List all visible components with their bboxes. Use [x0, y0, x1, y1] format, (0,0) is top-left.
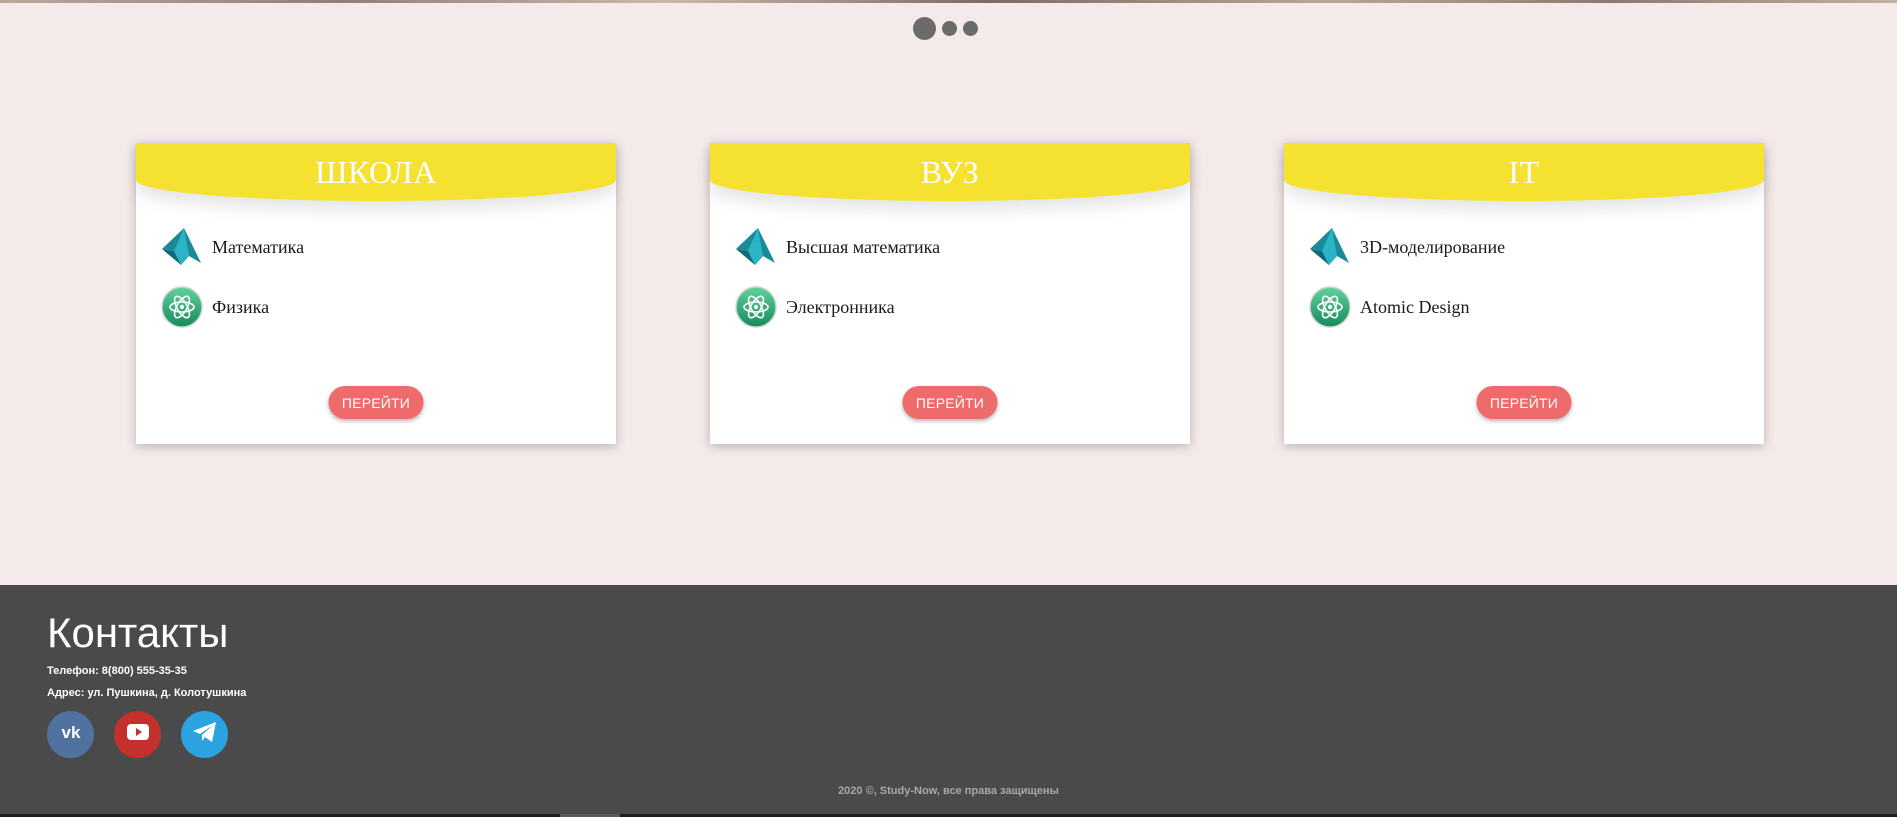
card-it: IT 3D-моделирование Atomic Design ПЕРЕЙТ… — [1284, 143, 1764, 444]
matlab-icon — [734, 225, 778, 269]
contacts-title: Контакты — [47, 609, 229, 656]
subject-item[interactable]: 3D-моделирование — [1308, 225, 1505, 269]
card-title: IT — [1508, 153, 1540, 190]
subject-label: Atomic Design — [1360, 296, 1470, 317]
subject-item[interactable]: Atomic Design — [1308, 285, 1505, 329]
vk-icon: vk — [56, 723, 86, 746]
subject-item[interactable]: Физика — [160, 285, 304, 329]
telegram-icon — [192, 721, 218, 748]
subject-item[interactable]: Электронника — [734, 285, 940, 329]
subject-item[interactable]: Высшая математика — [734, 225, 940, 269]
svg-text:vk: vk — [61, 723, 80, 741]
atom-icon — [1308, 285, 1352, 329]
subject-list: Высшая математика Электронника — [734, 225, 940, 345]
youtube-link[interactable] — [114, 711, 161, 758]
subject-label: Математика — [212, 236, 305, 257]
card-school: ШКОЛА Математика Физика ПЕРЕЙТИ — [136, 143, 616, 444]
subject-item[interactable]: Математика — [160, 225, 304, 269]
youtube-icon — [126, 724, 149, 745]
footer: Контакты Телефон: 8(800) 555-35-35 Адрес… — [0, 585, 1897, 817]
phone-text: Телефон: 8(800) 555-35-35 — [47, 665, 187, 677]
card-university: ВУЗ Высшая математика Электронника ПЕРЕЙ… — [710, 143, 1190, 444]
slider-dot-1[interactable] — [913, 17, 936, 40]
subject-label: Высшая математика — [786, 236, 941, 257]
address-text: Адрес: ул. Пушкина, д. Колотушкина — [47, 687, 247, 699]
go-button[interactable]: ПЕРЕЙТИ — [328, 386, 424, 419]
card-header: ШКОЛА — [136, 143, 616, 201]
telegram-link[interactable] — [181, 711, 228, 758]
atom-icon — [160, 285, 204, 329]
card-header: ВУЗ — [710, 143, 1190, 201]
matlab-icon — [160, 225, 204, 269]
subject-list: Математика Физика — [160, 225, 304, 345]
course-cards: ШКОЛА Математика Физика ПЕРЕЙТИ ВУЗ Высш… — [136, 143, 1764, 444]
subject-label: 3D-моделирование — [1360, 236, 1506, 257]
atom-icon — [734, 285, 778, 329]
card-header: IT — [1284, 143, 1764, 201]
slider-pagination — [913, 17, 978, 40]
hero-image-edge — [0, 0, 1897, 3]
card-title: ВУЗ — [920, 153, 980, 190]
subject-label: Электронника — [786, 296, 895, 317]
go-button[interactable]: ПЕРЕЙТИ — [902, 386, 998, 419]
slider-dot-2[interactable] — [942, 21, 957, 36]
vk-link[interactable]: vk — [47, 711, 94, 758]
subject-label: Физика — [212, 296, 270, 317]
social-links: vk — [47, 711, 228, 758]
slider-dot-3[interactable] — [963, 21, 978, 36]
matlab-icon — [1308, 225, 1352, 269]
go-button[interactable]: ПЕРЕЙТИ — [1476, 386, 1572, 419]
copyright: 2020 ©, Study-Now, все права защищены — [838, 785, 1059, 797]
card-title: ШКОЛА — [315, 153, 437, 190]
subject-list: 3D-моделирование Atomic Design — [1308, 225, 1505, 345]
